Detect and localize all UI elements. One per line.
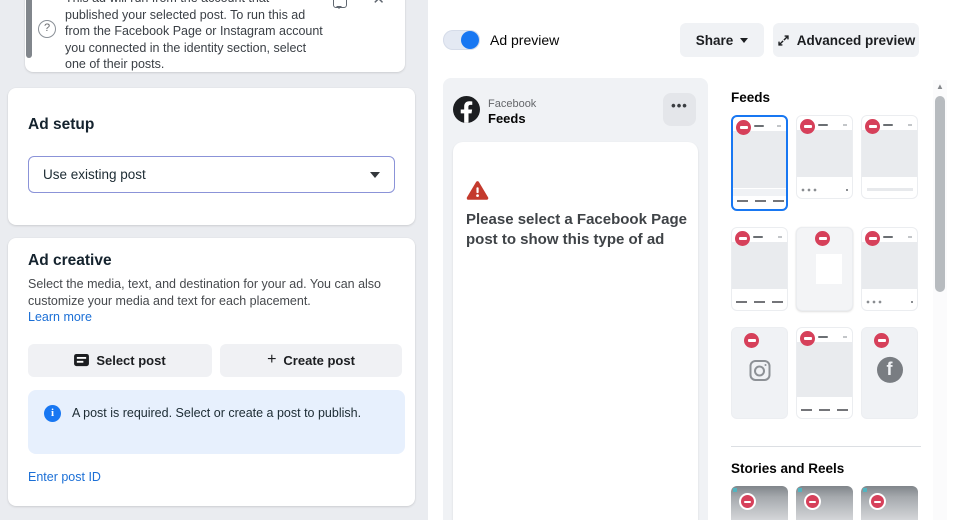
toggle-knob <box>461 31 479 49</box>
chevron-down-icon <box>740 38 748 47</box>
story-thumbnail[interactable] <box>861 486 918 520</box>
blocked-icon <box>739 493 756 510</box>
blocked-icon <box>735 231 750 246</box>
scroll-up-icon[interactable]: ▲ <box>933 82 947 91</box>
stories-section-title: Stories and Reels <box>731 461 844 476</box>
ad-preview-panel: Ad preview Share Advanced preview Facebo… <box>428 0 958 520</box>
feeds-thumbnails-grid: f <box>731 115 918 419</box>
close-icon[interactable]: ✕ <box>372 0 385 8</box>
placements-list: Feeds f Stories and Reels <box>713 78 935 520</box>
ad-creative-title: Ad creative <box>28 252 112 270</box>
placement-thumbnail[interactable] <box>731 327 788 419</box>
scrollbar-thumb[interactable] <box>935 96 945 292</box>
platform-name: Facebook <box>488 98 536 110</box>
info-icon: i <box>44 405 61 422</box>
facebook-icon <box>453 96 480 123</box>
advanced-preview-label: Advanced preview <box>797 33 916 48</box>
blocked-icon <box>800 331 815 346</box>
tooltip-scrollbar[interactable] <box>26 0 32 58</box>
ad-preview-label: Ad preview <box>490 32 559 48</box>
ad-creative-card: Ad creative Select the media, text, and … <box>8 238 415 506</box>
placement-thumbnail[interactable] <box>861 115 918 199</box>
blocked-icon <box>815 231 830 246</box>
learn-more-link[interactable]: Learn more <box>28 310 92 324</box>
ad-setup-title: Ad setup <box>28 116 94 134</box>
blocked-icon <box>736 120 751 135</box>
blocked-icon <box>865 119 880 134</box>
stories-thumbnails-grid <box>731 486 918 520</box>
placement-name: Feeds <box>488 111 526 126</box>
placement-thumbnail[interactable] <box>796 115 853 199</box>
select-post-button[interactable]: Select post <box>28 344 212 377</box>
blocked-icon <box>865 231 880 246</box>
blocked-icon <box>800 119 815 134</box>
more-options-button[interactable]: ••• <box>663 93 696 126</box>
blocked-icon <box>869 493 886 510</box>
story-thumbnail[interactable] <box>796 486 853 520</box>
ad-creative-description: Select the media, text, and destination … <box>28 276 398 310</box>
blocked-icon <box>874 333 889 348</box>
ad-setup-card: Ad setup Use existing post <box>8 88 415 225</box>
facebook-icon: f <box>877 357 903 383</box>
info-message: A post is required. Select or create a p… <box>72 404 384 422</box>
tooltip-text: This ad will run from the account thatpu… <box>65 0 323 73</box>
story-thumbnail[interactable] <box>731 486 788 520</box>
feeds-section-title: Feeds <box>731 90 770 105</box>
placement-thumbnail[interactable] <box>731 115 788 211</box>
chevron-down-icon <box>370 172 380 183</box>
help-icon[interactable]: ? <box>38 20 56 38</box>
share-button[interactable]: Share <box>680 23 764 57</box>
plus-icon: + <box>267 351 276 369</box>
blocked-icon <box>744 333 759 348</box>
placement-thumbnail[interactable] <box>731 227 788 311</box>
share-label: Share <box>696 33 734 48</box>
placement-thumbnail[interactable] <box>796 227 853 311</box>
panel-scrollbar: ▲ <box>933 80 947 520</box>
dropdown-value: Use existing post <box>43 167 370 182</box>
ad-preview-toggle[interactable] <box>443 30 480 50</box>
blocked-icon <box>804 493 821 510</box>
placement-thumbnail[interactable] <box>796 327 853 419</box>
preview-warning-message: Please select a Facebook Page post to sh… <box>466 210 694 250</box>
placement-thumbnail[interactable] <box>861 227 918 311</box>
placement-thumbnail[interactable]: f <box>861 327 918 419</box>
preview-card: Please select a Facebook Page post to sh… <box>453 142 698 520</box>
advanced-preview-button[interactable]: Advanced preview <box>773 23 919 57</box>
select-post-label: Select post <box>96 353 165 368</box>
create-post-button[interactable]: + Create post <box>220 344 402 377</box>
placement-preview-panel: Facebook Feeds ••• Please select a Faceb… <box>443 78 708 520</box>
expand-icon <box>777 34 790 47</box>
create-post-label: Create post <box>283 353 355 368</box>
ad-setup-dropdown[interactable]: Use existing post <box>28 156 395 193</box>
post-icon <box>74 354 89 367</box>
identity-tooltip: ? This ad will run from the account that… <box>25 0 405 72</box>
warning-icon <box>466 180 489 201</box>
post-required-infobox: i A post is required. Select or create a… <box>28 390 405 454</box>
section-divider <box>731 446 921 447</box>
enter-post-id-link[interactable]: Enter post ID <box>28 470 101 484</box>
instagram-icon <box>749 360 770 381</box>
feedback-icon[interactable] <box>333 0 347 8</box>
